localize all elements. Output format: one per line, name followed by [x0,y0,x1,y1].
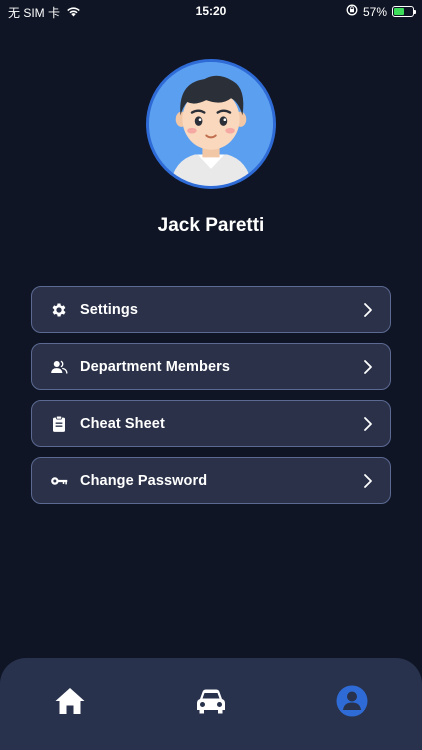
status-bar: 无 SIM 卡 15:20 57% [0,0,422,22]
status-bar-right: 57% [346,4,416,19]
tab-car[interactable] [141,684,281,718]
cheat-sheet-menu-item[interactable]: Cheat Sheet [31,400,391,447]
profile-menu: Settings Department Members Cheat Sheet [31,286,391,514]
users-icon [49,357,69,377]
tab-home[interactable] [0,684,140,718]
profile-icon [335,684,369,718]
battery-level-fill [394,8,405,15]
battery-percent: 57% [362,4,387,19]
settings-label: Settings [80,301,138,318]
bottom-tab-bar [0,658,422,750]
avatar [146,59,276,189]
lock-rotation-icon [346,4,358,19]
cheat-sheet-label: Cheat Sheet [80,415,165,432]
profile-name: Jack Paretti [157,215,265,236]
battery-icon [392,6,416,17]
home-icon [53,684,87,718]
chevron-right-icon [362,473,374,489]
chevron-right-icon [362,416,374,432]
avatar-illustration [149,62,273,186]
department-members-label: Department Members [80,358,231,375]
change-password-label: Change Password [80,472,208,489]
settings-menu-item[interactable]: Settings [31,286,391,333]
change-password-menu-item[interactable]: Change Password [31,457,391,504]
car-icon [194,684,228,718]
profile-screen: 无 SIM 卡 15:20 57% Jack Paretti Settings … [0,0,422,750]
clipboard-icon [49,414,69,434]
key-icon [49,471,69,491]
tab-profile[interactable] [282,684,422,718]
department-members-menu-item[interactable]: Department Members [31,343,391,390]
chevron-right-icon [362,359,374,375]
chevron-right-icon [362,302,374,318]
gear-icon [49,300,69,320]
